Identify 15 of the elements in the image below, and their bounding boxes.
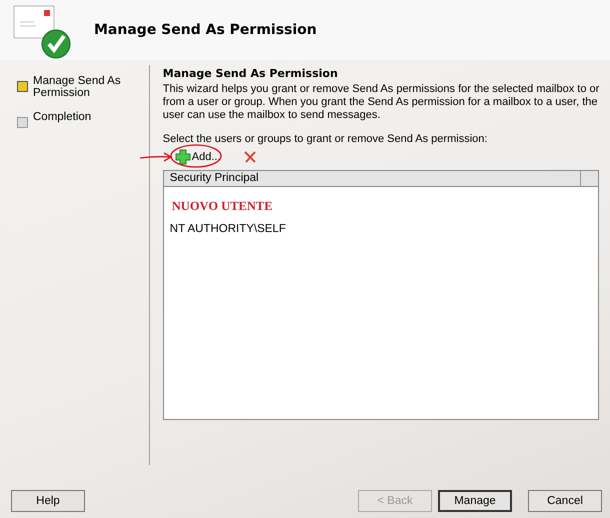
wizard-button[interactable]: Manage bbox=[438, 490, 512, 512]
window-title: Manage Send As Permission bbox=[94, 22, 317, 38]
delete-icon[interactable] bbox=[242, 150, 257, 164]
prompt-text: Select the users or groups to grant or remove Send As permission: bbox=[162, 133, 488, 145]
list-item[interactable]: NT AUTHORITY\SELF bbox=[170, 223, 598, 235]
wizard-button[interactable]: Cancel bbox=[528, 490, 602, 512]
page-heading: Manage Send As Permission bbox=[162, 67, 339, 80]
hand-drawn-arrow bbox=[138, 152, 173, 162]
annotation-text: NUOVO UTENTE bbox=[172, 199, 274, 214]
description-text: This wizard helps you grant or remove Send As permissions for the selected mailbox to or from a user or group. When you grant the Send As permission for a mailbox to a user, the user can use the mailbox to send messages. bbox=[162, 83, 600, 122]
hand-drawn-circle bbox=[168, 143, 223, 169]
help-button[interactable]: Help bbox=[11, 490, 85, 512]
plus-icon bbox=[174, 149, 191, 165]
wizard-step: Completion bbox=[33, 111, 123, 123]
wizard-step: Manage Send As Permission bbox=[33, 75, 123, 99]
